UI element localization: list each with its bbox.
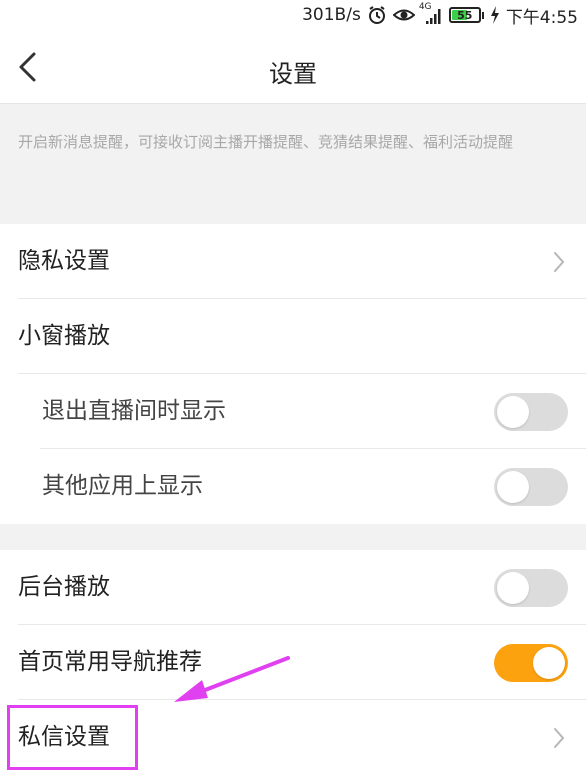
battery-icon: 55 <box>448 7 481 23</box>
status-bar: 301B/s 4G 55 下午4:55 <box>0 0 586 30</box>
toggle-knob <box>497 396 529 428</box>
battery-level: 55 <box>457 8 473 22</box>
mini-window-label: 小窗播放 <box>18 323 110 349</box>
network-speed: 301B/s <box>302 5 361 25</box>
other-apps-display-toggle[interactable] <box>494 468 568 506</box>
notification-hint-section: 开启新消息提醒，可接收订阅主播开播提醒、竞猜结果提醒、福利活动提醒 <box>0 104 586 224</box>
nav-bar: 设置 <box>0 30 586 104</box>
mini-window-row: 小窗播放 <box>0 299 586 374</box>
other-apps-display-row: 其他应用上显示 <box>0 449 586 524</box>
background-play-label: 后台播放 <box>18 574 110 600</box>
home-nav-recommend-toggle[interactable] <box>494 644 568 682</box>
network-type-label: 4G <box>418 2 432 12</box>
exit-live-display-toggle[interactable] <box>494 393 568 431</box>
background-play-row: 后台播放 <box>0 550 586 625</box>
charging-icon <box>490 6 500 24</box>
page-title: 设置 <box>269 60 317 88</box>
exit-live-display-label: 退出直播间时显示 <box>42 398 226 424</box>
section-gap <box>0 524 586 550</box>
exit-live-display-row: 退出直播间时显示 <box>0 374 586 449</box>
toggle-knob <box>533 647 565 679</box>
other-apps-display-label: 其他应用上显示 <box>42 473 203 499</box>
annotation-highlight-box <box>7 705 138 770</box>
annotation-arrow-icon <box>174 656 290 702</box>
background-play-toggle[interactable] <box>494 569 568 607</box>
alarm-icon <box>367 5 387 25</box>
settings-group-window: 隐私设置 小窗播放 退出直播间时显示 其他应用上显示 <box>0 224 586 524</box>
notification-hint-text: 开启新消息提醒，可接收订阅主播开播提醒、竞猜结果提醒、福利活动提醒 <box>18 133 514 151</box>
toggle-knob <box>497 471 529 503</box>
toggle-knob <box>497 572 529 604</box>
chevron-right-icon <box>554 252 564 272</box>
signal-icon: 4G <box>418 2 443 25</box>
chevron-right-icon <box>554 728 564 748</box>
eye-icon <box>392 6 415 24</box>
battery-tip <box>481 11 484 19</box>
status-time: 下午4:55 <box>505 7 578 28</box>
privacy-settings-label: 隐私设置 <box>18 248 110 274</box>
privacy-settings-row[interactable]: 隐私设置 <box>0 224 586 299</box>
status-icons: 301B/s 4G 55 下午4:55 <box>302 2 578 28</box>
